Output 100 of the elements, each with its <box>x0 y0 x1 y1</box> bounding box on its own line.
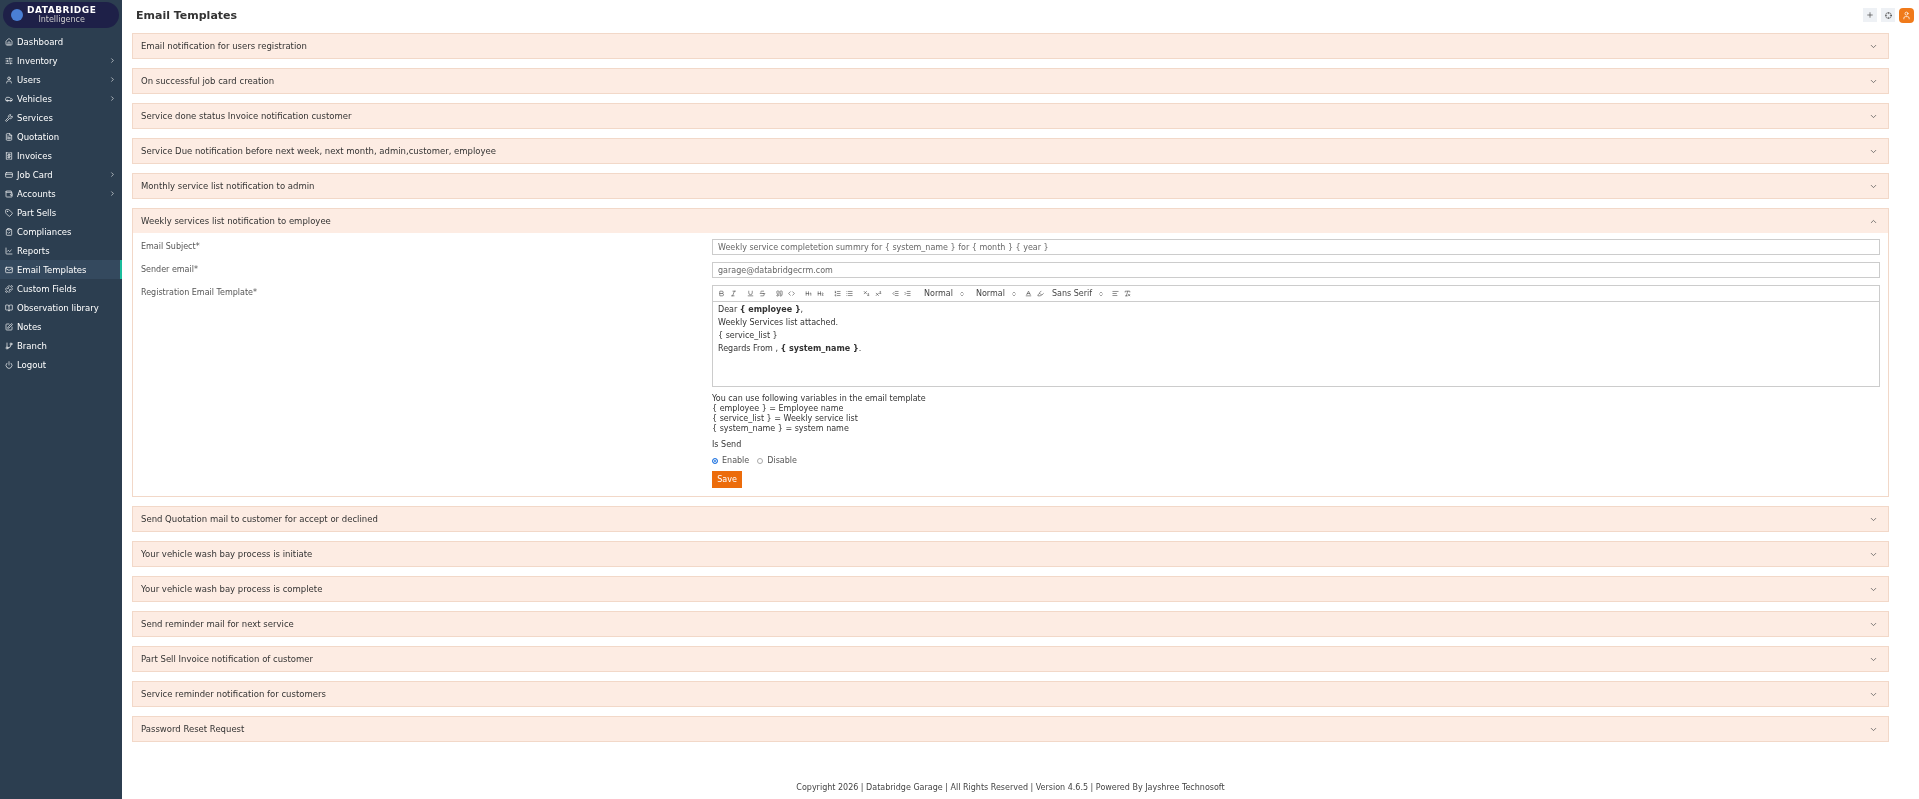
outdent-icon <box>892 290 899 297</box>
radio-option[interactable]: Disable <box>757 456 797 465</box>
italic-icon <box>730 290 737 297</box>
add-button[interactable] <box>1863 8 1877 22</box>
variable-text: { system_name } = system name <box>712 424 849 434</box>
accordion-header[interactable]: Your vehicle wash bay process is initiate <box>133 542 1888 566</box>
user-icon <box>5 75 13 84</box>
clear-format-icon <box>1124 290 1131 297</box>
input-field[interactable]: garage@databridgecrm.com <box>712 262 1880 278</box>
field-label: Is Send <box>712 440 742 450</box>
chevron-right-icon <box>109 95 116 102</box>
sidebar-item[interactable]: Job Card <box>0 165 122 184</box>
sidebar-item[interactable]: Invoices <box>0 146 122 165</box>
sidebar-item[interactable]: Accounts <box>0 184 122 203</box>
dropdown[interactable]: Sans Serif <box>1048 289 1107 298</box>
editor-text: Regards From , { system_name }. <box>718 344 863 353</box>
heading-two-icon <box>817 290 824 297</box>
accordion-header[interactable]: Service done status Invoice notification customer <box>133 104 1888 128</box>
sidebar-item[interactable]: Email Templates <box>0 260 122 279</box>
crosshair-icon <box>1884 11 1892 19</box>
accordion-header[interactable]: Send Quotation mail to customer for accept or declined <box>133 507 1888 531</box>
sidebar-item[interactable]: Branch <box>0 336 122 355</box>
bold-icon <box>718 290 725 297</box>
accordion-header[interactable]: Service Due notification before next week, next month, admin,customer, employee <box>133 139 1888 163</box>
dropdown[interactable]: Normal <box>921 289 968 298</box>
sidebar-item[interactable]: Reports <box>0 241 122 260</box>
accordion-header[interactable]: Part Sell Invoice notification of customer <box>133 647 1888 671</box>
sliders-icon <box>5 56 13 65</box>
sidebar-item[interactable]: Vehicles <box>0 89 122 108</box>
underline-icon <box>747 290 754 297</box>
home-icon <box>5 37 13 46</box>
chevron-right-icon <box>109 171 116 178</box>
field-label: Email Subject* <box>141 241 201 251</box>
dropdown[interactable]: Normal <box>972 289 1020 298</box>
avatar[interactable] <box>1899 7 1914 23</box>
subscript-icon <box>863 290 870 297</box>
sidebar-item[interactable]: Part Sells <box>0 203 122 222</box>
ordered-list-icon <box>834 290 841 297</box>
accordion-header[interactable]: Monthly service list notification to admin <box>133 174 1888 198</box>
field-label: Registration Email Template* <box>141 287 259 297</box>
hint-text: You can use following variables in the email template <box>712 394 926 404</box>
code-icon <box>788 290 795 297</box>
heading-one-icon <box>805 290 812 297</box>
accordion-header[interactable]: Password Reset Request <box>133 717 1888 741</box>
chevron-right-icon <box>109 190 116 197</box>
strikethrough-icon <box>759 290 766 297</box>
text-color-icon <box>1024 290 1032 297</box>
car-icon <box>5 94 13 103</box>
sidebar-item[interactable]: Custom Fields <box>0 279 122 298</box>
receipt-icon <box>5 151 13 160</box>
editor-text: Dear { employee }, <box>718 305 805 314</box>
wallet-icon <box>5 189 13 198</box>
variable-text: { employee } = Employee name <box>712 404 844 414</box>
edit-icon <box>5 322 13 331</box>
sidebar-item[interactable]: Logout <box>0 355 122 374</box>
mail-icon <box>5 265 13 274</box>
wrench-icon <box>5 113 13 122</box>
sidebar-item[interactable]: Notes <box>0 317 122 336</box>
user-icon <box>1902 10 1911 20</box>
accordion-header[interactable]: On successful job card creation <box>133 69 1888 93</box>
editor-text: { service_list } <box>718 331 779 340</box>
card-icon <box>5 170 13 179</box>
sidebar-item[interactable]: Quotation <box>0 127 122 146</box>
variable-text: { service_list } = Weekly service list <box>712 414 858 424</box>
field-label: Sender email* <box>141 264 199 274</box>
footer-text: Copyright 2026 | Databridge Garage | All Rights Reserved | Version 4.6.5 | Powered By Jayshree Technosoft <box>795 781 1226 794</box>
sidebar-item[interactable]: Observation library <box>0 298 122 317</box>
sidebar-item[interactable]: Compliances <box>0 222 122 241</box>
bullet-list-icon <box>846 290 853 297</box>
accordion-header[interactable]: Email notification for users registration <box>133 34 1888 58</box>
accordion-header[interactable]: Weekly services list notification to employee <box>133 209 1888 233</box>
align-icon <box>1112 290 1119 297</box>
superscript-icon <box>875 290 882 297</box>
clipboard-icon <box>5 227 13 236</box>
book-icon <box>5 303 13 312</box>
page-title: Email Templates <box>136 8 238 22</box>
rich-text-editor[interactable]: Normal Normal Sans Serif Dear { employee }, Weekly Services list attached. { service_list } Regards From , { system_name }. <box>712 285 1880 387</box>
puzzle-icon <box>5 284 13 293</box>
accordion-header[interactable]: Service reminder notification for customers <box>133 682 1888 706</box>
radio-option[interactable]: Enable <box>712 456 750 465</box>
highlight-icon <box>1036 290 1044 297</box>
tag-icon <box>5 208 13 217</box>
input-field[interactable]: Weekly service completetion summry for { system_name } for { month } { year } <box>712 239 1880 255</box>
logout-icon <box>5 360 13 369</box>
branch-icon <box>5 341 13 350</box>
document-icon <box>5 132 13 141</box>
sidebar-item[interactable]: Inventory <box>0 51 122 70</box>
quote-icon <box>776 290 783 297</box>
chart-icon <box>5 246 13 255</box>
sidebar-item[interactable]: Users <box>0 70 122 89</box>
sidebar-item[interactable]: Dashboard <box>0 32 122 51</box>
sidebar-item[interactable]: Services <box>0 108 122 127</box>
logo: DATABRIDGE Intelligence <box>3 2 119 28</box>
target-button[interactable] <box>1881 8 1895 22</box>
plus-icon <box>1866 11 1874 19</box>
chevron-right-icon <box>109 57 116 64</box>
accordion-header[interactable]: Your vehicle wash bay process is complete <box>133 577 1888 601</box>
indent-icon <box>904 290 911 297</box>
accordion-header[interactable]: Send reminder mail for next service <box>133 612 1888 636</box>
radio-dot[interactable] <box>712 457 718 464</box>
